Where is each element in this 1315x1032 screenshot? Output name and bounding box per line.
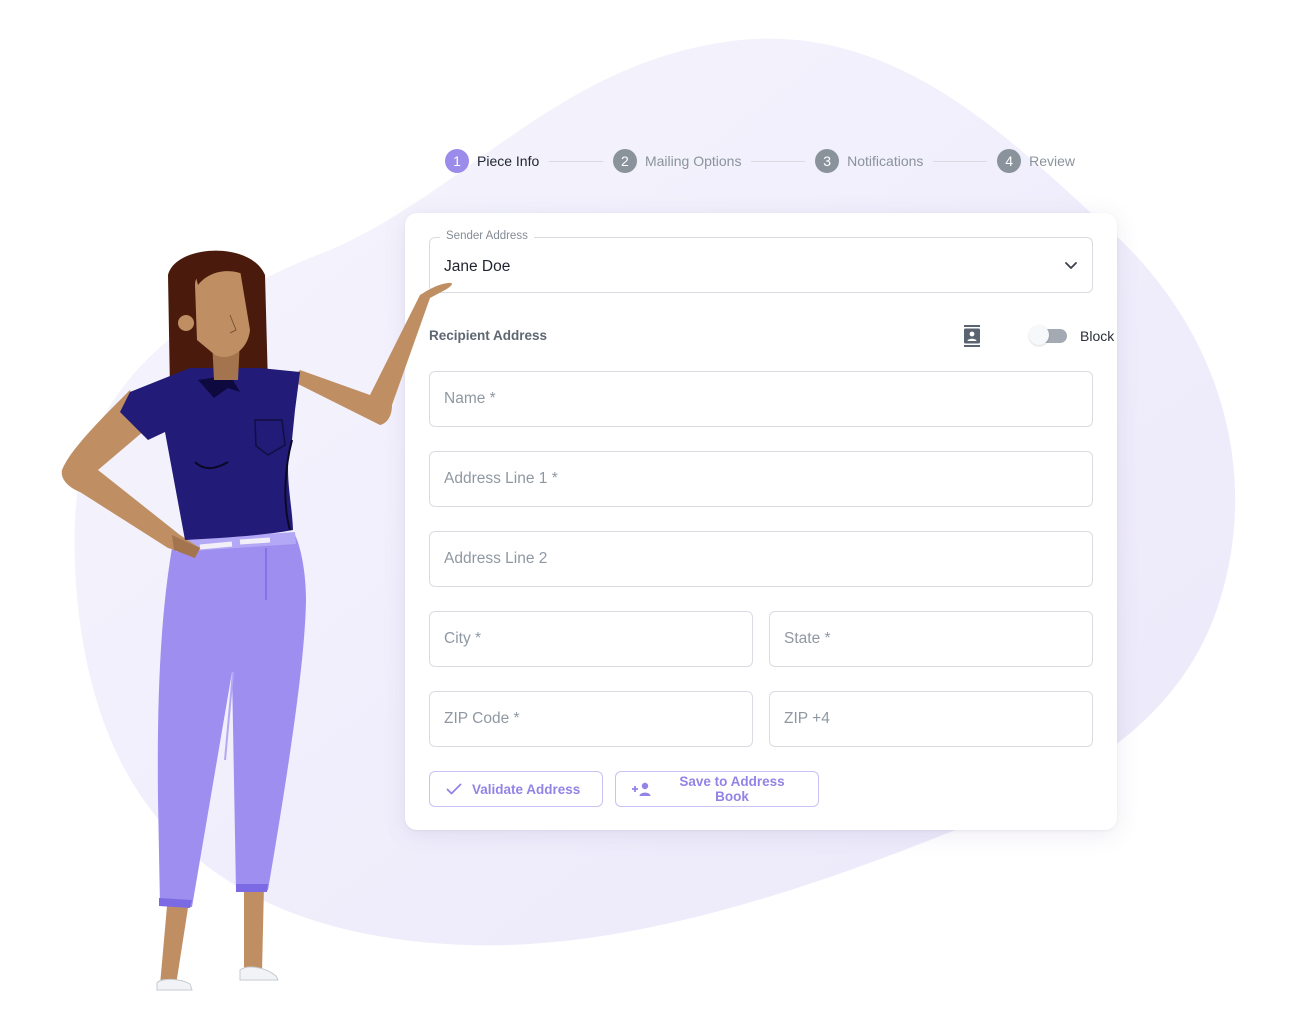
step-number: 3 bbox=[815, 149, 840, 173]
block-toggle-label: Block bbox=[1080, 328, 1115, 344]
state-field bbox=[769, 611, 1093, 667]
step-connector bbox=[933, 160, 988, 162]
sender-address-label: Sender Address bbox=[440, 230, 534, 242]
city-field bbox=[429, 611, 753, 667]
step-piece-info[interactable]: 1 Piece Info bbox=[445, 149, 539, 173]
step-notifications[interactable]: 3 Notifications bbox=[815, 149, 923, 173]
chevron-down-icon[interactable] bbox=[1064, 258, 1078, 272]
address-line-1-input[interactable] bbox=[430, 452, 1092, 506]
address-line-2-field bbox=[429, 531, 1093, 587]
recipient-address-label: Recipient Address bbox=[429, 328, 548, 343]
step-connector bbox=[549, 160, 603, 162]
sender-address-value: Jane Doe bbox=[444, 258, 511, 275]
block-toggle[interactable] bbox=[1029, 325, 1069, 345]
zip-plus-4-field bbox=[769, 691, 1093, 747]
step-label: Piece Info bbox=[477, 153, 540, 169]
recipient-header: Recipient Address Block bbox=[429, 325, 1114, 347]
step-label: Notifications bbox=[847, 153, 924, 169]
zip-code-field bbox=[429, 691, 753, 747]
step-connector bbox=[751, 160, 806, 162]
zip-plus-4-input[interactable] bbox=[770, 692, 1092, 746]
check-icon bbox=[446, 783, 462, 795]
step-number: 4 bbox=[997, 149, 1022, 173]
name-field bbox=[429, 371, 1093, 427]
step-label: Review bbox=[1029, 153, 1075, 169]
stepper: 1 Piece Info 2 Mailing Options 3 Notific… bbox=[445, 148, 1075, 174]
name-input[interactable] bbox=[430, 372, 1092, 426]
step-number: 2 bbox=[612, 149, 637, 173]
step-review[interactable]: 4 Review bbox=[997, 149, 1075, 173]
validate-address-button[interactable]: Validate Address bbox=[429, 771, 603, 807]
address-line-1-field bbox=[429, 451, 1093, 507]
save-to-address-book-label: Save to Address Book bbox=[679, 774, 785, 804]
step-mailing-options[interactable]: 2 Mailing Options bbox=[612, 149, 742, 173]
toggle-thumb bbox=[1029, 325, 1049, 345]
address-form-card: Sender Address Jane Doe Recipient Addres… bbox=[405, 213, 1117, 830]
validate-address-label: Validate Address bbox=[472, 781, 581, 797]
add-person-icon bbox=[632, 782, 651, 796]
address-line-2-input[interactable] bbox=[430, 532, 1092, 586]
sender-address-select[interactable]: Sender Address Jane Doe bbox=[429, 230, 1093, 293]
save-to-address-book-button[interactable]: Save to Address Book bbox=[615, 771, 819, 807]
city-input[interactable] bbox=[430, 612, 752, 666]
zip-code-input[interactable] bbox=[430, 692, 752, 746]
state-input[interactable] bbox=[770, 612, 1092, 666]
contact-book-icon[interactable] bbox=[963, 325, 981, 347]
step-number: 1 bbox=[445, 149, 469, 173]
step-label: Mailing Options bbox=[644, 153, 742, 169]
